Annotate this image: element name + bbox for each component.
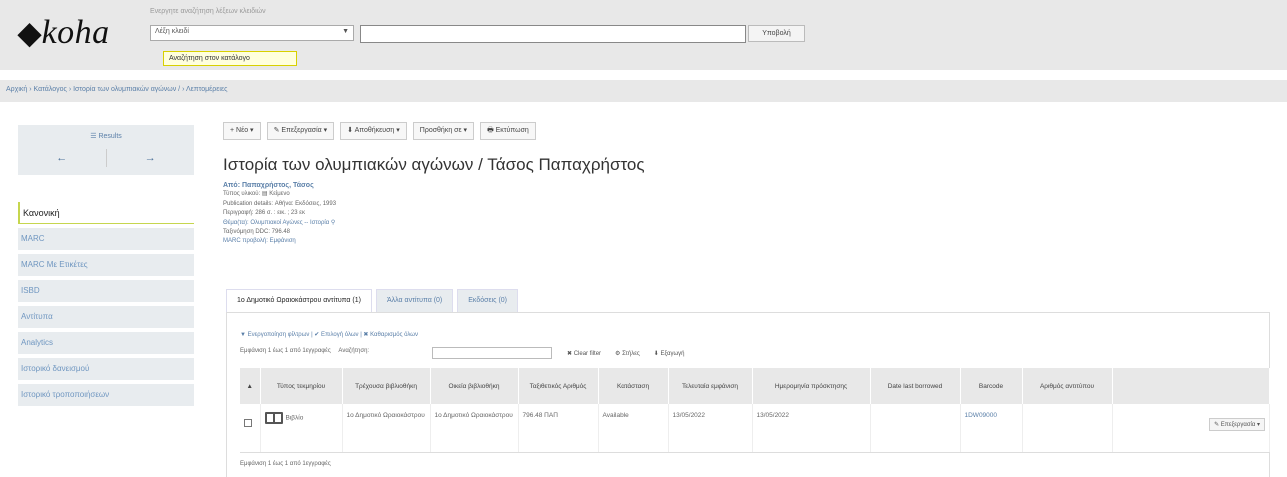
save-button[interactable]: ⬇ Αποθήκευση ▾	[340, 122, 407, 140]
column-header-type[interactable]: Τύπος τεκμηρίου	[260, 368, 343, 404]
page-title: Ιστορία των ολυμπιακών αγώνων / Τάσος Πα…	[223, 155, 645, 174]
chevron-down-icon: ▼	[342, 28, 349, 35]
koha-logo-text: koha	[41, 14, 110, 51]
sidebar-item-labeled-marc[interactable]: MARC Με Ετικέτες	[18, 254, 194, 276]
cell-type-label: Βιβλίο	[285, 414, 304, 422]
next-arrow-icon[interactable]: →	[107, 149, 195, 167]
record-subject[interactable]: Θέμα(τα): Ολυμπιακοί Αγώνες -- Ιστορία ⚲	[223, 219, 336, 228]
clear-filter-button[interactable]: ✖ Clear filter	[567, 350, 601, 357]
sidebar-item-isbd[interactable]: ISBD	[18, 280, 194, 302]
table-header-row: ▲ Τύπος τεκμηρίου Τρέχουσα βιβλιοθήκη Οι…	[240, 368, 1270, 404]
cell-last-borrowed	[870, 404, 961, 453]
cell-accession-date: 13/05/2022	[752, 404, 871, 453]
row-select-cell	[240, 404, 261, 453]
export-button[interactable]: ⬇ Εξαγωγή	[654, 350, 685, 357]
koha-logo-mark: ◆	[18, 17, 42, 50]
record-toolbar: + Νέο ▾ ✎ Επεξεργασία ▾ ⬇ Αποθήκευση ▾ Π…	[223, 122, 536, 140]
cell-actions: ✎ Επεξεργασία ▾	[1112, 404, 1270, 453]
record-author[interactable]: Από: Παπαχρήστος, Τάσος	[223, 181, 336, 190]
sidebar-item-normal[interactable]: Κανονική	[18, 202, 194, 224]
search-hint: Ενεργητε αναζήτηση λέξεων κλειδιών	[150, 8, 266, 15]
column-header-barcode[interactable]: Barcode	[960, 368, 1023, 404]
record-description: Περιγραφή: 286 σ. : εικ. ; 23 εκ	[223, 210, 305, 217]
column-header-home-library[interactable]: Οικεία βιβλιοθήκη	[430, 368, 519, 404]
sidebar-item-checkout-history[interactable]: Ιστορικό δανεισμού	[18, 358, 194, 380]
holdings-tabs: 1ο Δημοτικό Ωραιοκάστρου αντίτυπα (1) Άλ…	[226, 289, 522, 313]
previous-arrow-icon[interactable]: ←	[18, 149, 107, 167]
items-table: ▲ Τύπος τεκμηρίου Τρέχουσα βιβλιοθήκη Οι…	[240, 368, 1270, 453]
table-row: Βιβλίο 1ο Δημοτικό Ωραιοκάστρου 1ο Δημοτ…	[240, 404, 1270, 453]
select-column-header[interactable]: ▲	[240, 368, 261, 404]
sidebar-menu: Κανονική MARC MARC Με Ετικέτες ISBD Αντί…	[18, 202, 194, 410]
column-header-last-seen[interactable]: Τελευταία εμφάνιση	[668, 368, 753, 404]
column-header-actions	[1112, 368, 1270, 404]
print-button[interactable]: 🖶 Εκτύπωση	[480, 122, 536, 140]
items-count: Εμφάνιση 1 έως 1 από 1εγγραφές	[240, 348, 331, 354]
new-button[interactable]: + Νέο ▾	[223, 122, 261, 140]
search-type-select[interactable]: Λέξη κλειδί ▼	[150, 25, 354, 41]
column-header-accession-date[interactable]: Ημερομηνία πρόσκτησης	[752, 368, 871, 404]
add-to-button[interactable]: Προσθήκη σε ▾	[412, 122, 475, 140]
items-search-input[interactable]	[432, 347, 552, 359]
results-nav: ← →	[18, 149, 194, 167]
tab-library-items[interactable]: 1ο Δημοτικό Ωραιοκάστρου αντίτυπα (1)	[226, 289, 372, 313]
cell-last-seen: 13/05/2022	[668, 404, 753, 453]
record-marc-view[interactable]: MARC προβολή: Εμφάνιση	[223, 237, 336, 246]
cell-type: Βιβλίο	[260, 404, 343, 453]
cell-status: Available	[598, 404, 669, 453]
items-count-text: Εμφάνιση 1 έως 1 από 1εγγραφές Αναζήτηση…	[240, 348, 369, 354]
columns-button[interactable]: ⚙ Στήλες	[615, 350, 640, 357]
column-header-copy-number[interactable]: Αριθμός αντιτύπου	[1022, 368, 1113, 404]
cell-copy-number	[1022, 404, 1113, 453]
items-footer-count: Εμφάνιση 1 έως 1 από 1εγγραφές	[240, 461, 331, 467]
column-header-call-number[interactable]: Ταξιθετικός Αριθμός	[518, 368, 599, 404]
koha-logo[interactable]: ◆koha	[18, 14, 110, 52]
tab-editions[interactable]: Εκδόσεις (0)	[457, 289, 519, 313]
tab-other-items[interactable]: Άλλα αντίτυπα (0)	[375, 289, 454, 313]
results-browser: ☰ Results ← →	[18, 125, 194, 175]
sidebar-item-modification-log[interactable]: Ιστορικό τροποποιήσεων	[18, 384, 194, 406]
cell-current-library: 1ο Δημοτικό Ωραιοκάστρου	[342, 404, 431, 453]
column-header-last-borrowed[interactable]: Date last borrowed	[870, 368, 961, 404]
column-header-status[interactable]: Κατάσταση	[598, 368, 669, 404]
column-header-current-library[interactable]: Τρέχουσα βιβλιοθήκη	[342, 368, 431, 404]
record-publication: Publication details: Αθήνα: Εκδόσεις, 19…	[223, 200, 337, 207]
record-metadata: Από: Παπαχρήστος, Τάσος Τύπος υλικού: ▤ …	[223, 181, 336, 247]
cell-call-number: 796.48 ΠΑΠ	[518, 404, 599, 453]
search-input[interactable]	[360, 25, 746, 43]
record-material-type: Τύπος υλικού: ▤ Κείμενο	[223, 191, 290, 198]
book-icon	[264, 412, 283, 424]
cell-barcode[interactable]: 1DW09000	[960, 404, 1023, 453]
item-selection-actions[interactable]: ▼ Ενεργοποίηση φίλτρων | ✔ Επιλογή όλων …	[240, 331, 418, 338]
record-ddc: Ταξινόμηση DDC: 796.48	[223, 229, 291, 236]
header-bar: ◆koha Ενεργητε αναζήτηση λέξεων κλειδιών…	[0, 0, 1287, 70]
row-checkbox[interactable]	[244, 419, 252, 427]
sidebar-item-marc[interactable]: MARC	[18, 228, 194, 250]
table-tools: ✖ Clear filter ⚙ Στήλες ⬇ Εξαγωγή	[567, 350, 685, 357]
breadcrumb[interactable]: Αρχική › Κατάλογος › Ιστορία των ολυμπια…	[0, 80, 1287, 102]
submit-button[interactable]: Υποβολή	[748, 25, 805, 42]
search-label: Αναζήτηση:	[338, 348, 370, 354]
search-type-value: Λέξη κλειδί	[155, 28, 189, 35]
sidebar-item-items[interactable]: Αντίτυπα	[18, 306, 194, 328]
item-edit-button[interactable]: ✎ Επεξεργασία ▾	[1209, 418, 1265, 431]
edit-button[interactable]: ✎ Επεξεργασία ▾	[266, 122, 335, 140]
cell-home-library: 1ο Δημοτικό Ωραιοκάστρου	[430, 404, 519, 453]
results-link[interactable]: ☰ Results	[18, 132, 194, 140]
sidebar-item-analytics[interactable]: Analytics	[18, 332, 194, 354]
search-tooltip: Αναζήτηση στον κατάλογο	[163, 51, 297, 66]
